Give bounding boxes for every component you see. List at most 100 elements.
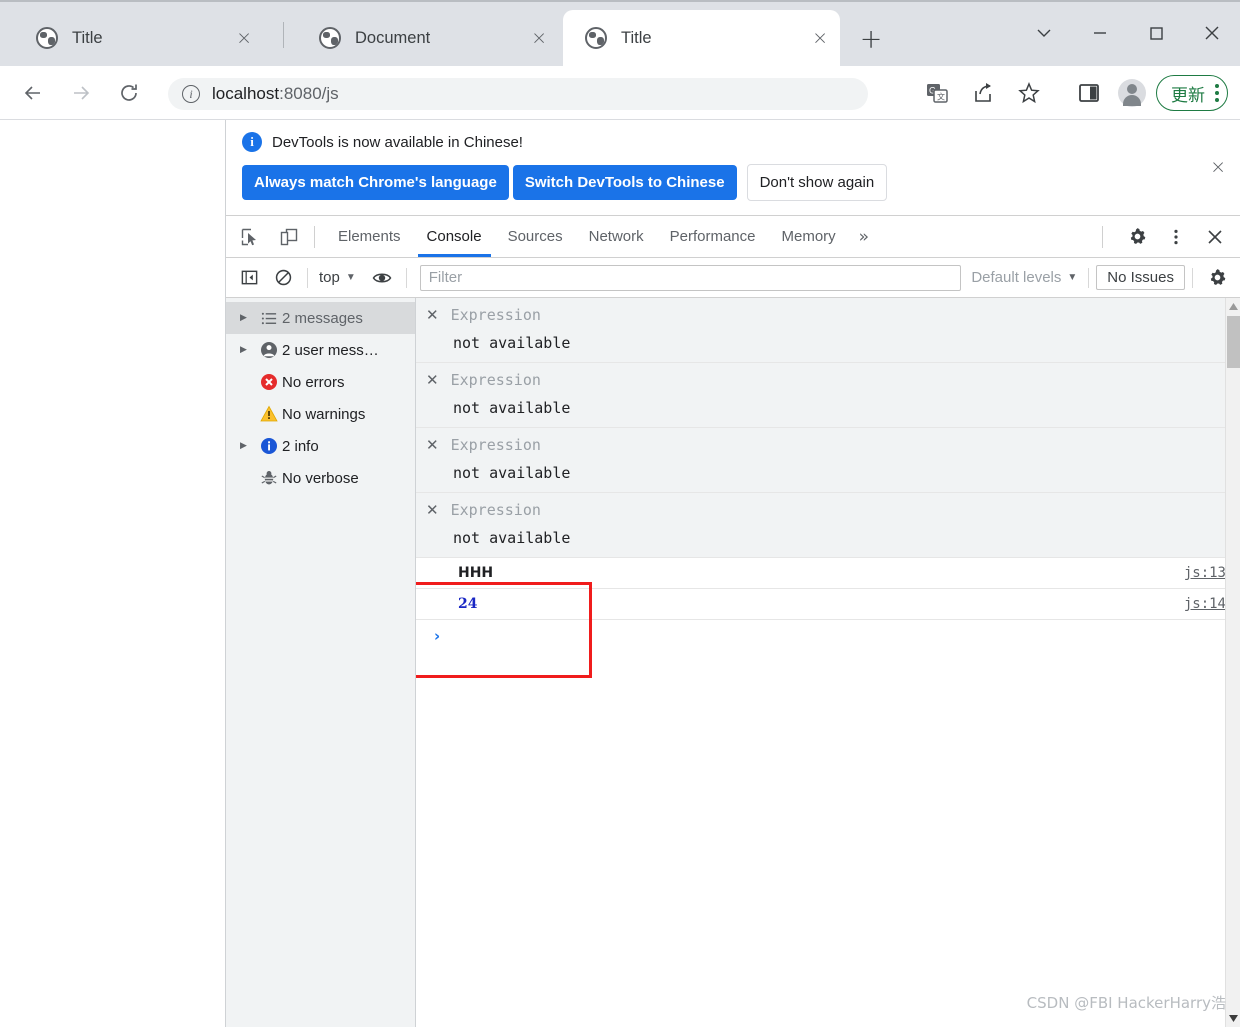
tab-network[interactable]: Network	[576, 216, 657, 257]
tab-title: Title	[621, 28, 652, 47]
sidebar-item-warnings[interactable]: No warnings	[226, 398, 415, 430]
close-icon[interactable]: ×	[505, 28, 547, 48]
console-settings-gear-icon[interactable]	[1203, 264, 1231, 292]
sidebar-item-label: 2 user mess…	[282, 341, 379, 359]
remove-expression-icon[interactable]: ✕	[426, 436, 439, 454]
banner-actions: Always match Chrome's language Switch De…	[242, 164, 1224, 201]
chrome-menu-icon[interactable]	[1215, 84, 1219, 102]
divider	[1192, 267, 1193, 288]
close-window-icon[interactable]	[1184, 0, 1240, 66]
clear-console-icon[interactable]	[269, 264, 297, 292]
share-icon[interactable]	[966, 76, 1000, 110]
expand-arrow-icon[interactable]: ▶	[240, 441, 256, 451]
log-source-link[interactable]: js:14	[1184, 596, 1226, 612]
expand-arrow-icon[interactable]: ▶	[240, 313, 256, 323]
close-icon[interactable]: ×	[786, 28, 828, 48]
sidebar-item-messages[interactable]: ▶ 2 messages	[226, 302, 415, 334]
close-icon[interactable]: ×	[210, 28, 252, 48]
tab-console[interactable]: Console	[414, 216, 495, 257]
message-title: Expression	[450, 306, 541, 324]
message-title: Expression	[450, 436, 541, 454]
sidebar-item-user-messages[interactable]: ▶ 2 user mess…	[226, 334, 415, 366]
tab-divider	[283, 22, 284, 48]
browser-toolbar: i localhost:8080/js G 文 更新	[0, 66, 1240, 120]
url-path: :8080/js	[279, 84, 339, 103]
tab-elements[interactable]: Elements	[325, 216, 414, 257]
sidebar-item-info[interactable]: ▶ 2 info	[226, 430, 415, 462]
issues-button[interactable]: No Issues	[1096, 265, 1185, 290]
remove-expression-icon[interactable]: ✕	[426, 306, 439, 324]
remove-expression-icon[interactable]: ✕	[426, 371, 439, 389]
tab-title: Document	[355, 28, 431, 47]
browser-tab-1[interactable]: Title ×	[14, 10, 264, 66]
inspect-element-icon[interactable]	[235, 222, 265, 252]
more-tabs-icon[interactable]: »	[849, 227, 879, 247]
execution-context-dropdown[interactable]: top ▼	[315, 269, 360, 286]
tab-memory[interactable]: Memory	[769, 216, 849, 257]
console-prompt-row[interactable]: ›	[416, 620, 1240, 651]
scroll-up-arrow-icon[interactable]	[1226, 298, 1240, 315]
divider	[1102, 225, 1103, 248]
reload-icon[interactable]	[114, 78, 144, 108]
settings-gear-icon[interactable]	[1122, 222, 1152, 252]
devtools-language-banner: i DevTools is now available in Chinese! …	[226, 120, 1240, 216]
chevron-down-icon: ▼	[1067, 272, 1078, 283]
tab-performance[interactable]: Performance	[657, 216, 769, 257]
update-button[interactable]: 更新	[1156, 75, 1228, 111]
banner-message: DevTools is now available in Chinese!	[272, 133, 523, 151]
list-icon	[256, 310, 282, 327]
console-message[interactable]: ✕ Expression not available	[416, 298, 1240, 363]
update-label: 更新	[1171, 85, 1205, 106]
chevron-down-icon: ▼	[345, 272, 356, 283]
always-match-language-button[interactable]: Always match Chrome's language	[242, 165, 509, 200]
back-arrow-icon[interactable]	[18, 78, 48, 108]
close-icon[interactable]: ×	[1210, 158, 1226, 177]
new-tab-button[interactable]: +	[856, 24, 886, 54]
scroll-down-arrow-icon[interactable]	[1226, 1010, 1240, 1027]
live-expression-eye-icon[interactable]	[368, 264, 396, 292]
log-levels-dropdown[interactable]: Default levels ▼	[967, 269, 1081, 286]
forward-arrow-icon[interactable]	[66, 78, 96, 108]
remove-expression-icon[interactable]: ✕	[426, 501, 439, 519]
console-message[interactable]: ✕ Expression not available	[416, 363, 1240, 428]
banner-message-row: i DevTools is now available in Chinese!	[242, 132, 1224, 152]
profile-avatar[interactable]	[1118, 79, 1146, 107]
device-toolbar-icon[interactable]	[274, 222, 304, 252]
devtools-menu-icon[interactable]	[1161, 222, 1191, 252]
toggle-console-sidebar-icon[interactable]	[235, 264, 263, 292]
verbose-bug-icon	[256, 469, 282, 487]
close-devtools-icon[interactable]	[1200, 222, 1230, 252]
error-icon	[256, 373, 282, 391]
divider	[314, 225, 315, 248]
browser-tab-3-active[interactable]: Title ×	[563, 10, 840, 66]
console-log-row[interactable]: 24 js:14	[416, 589, 1240, 620]
switch-devtools-language-button[interactable]: Switch DevTools to Chinese	[512, 165, 737, 200]
prompt-caret-icon: ›	[434, 626, 441, 645]
side-panel-icon[interactable]	[1072, 76, 1106, 110]
divider	[1088, 267, 1090, 288]
log-source-link[interactable]: js:13	[1184, 565, 1226, 581]
filter-input[interactable]	[419, 264, 962, 291]
sidebar-item-verbose[interactable]: No verbose	[226, 462, 415, 494]
console-log-row[interactable]: HHH js:13	[416, 558, 1240, 589]
console-message[interactable]: ✕ Expression not available	[416, 428, 1240, 493]
minimize-icon[interactable]	[1072, 0, 1128, 66]
scrollbar-thumb[interactable]	[1227, 316, 1240, 368]
address-bar[interactable]: i localhost:8080/js	[168, 78, 868, 110]
sidebar-item-errors[interactable]: No errors	[226, 366, 415, 398]
tab-search-chevron-down-icon[interactable]	[1016, 0, 1072, 66]
site-info-icon[interactable]: i	[182, 85, 200, 103]
console-message[interactable]: ✕ Expression not available	[416, 493, 1240, 558]
dont-show-again-button[interactable]: Don't show again	[746, 164, 888, 201]
browser-tab-2[interactable]: Document ×	[297, 10, 559, 66]
message-header: ✕ Expression	[416, 436, 1240, 454]
divider	[307, 267, 308, 288]
expand-arrow-icon[interactable]: ▶	[240, 345, 256, 355]
bookmark-star-icon[interactable]	[1012, 76, 1046, 110]
translate-icon[interactable]: G 文	[920, 76, 954, 110]
console-scrollbar[interactable]	[1225, 298, 1240, 1027]
maximize-icon[interactable]	[1128, 0, 1184, 66]
message-header: ✕ Expression	[416, 306, 1240, 324]
console-output[interactable]: ✕ Expression not available ✕ Expression …	[416, 298, 1240, 1027]
tab-sources[interactable]: Sources	[495, 216, 576, 257]
